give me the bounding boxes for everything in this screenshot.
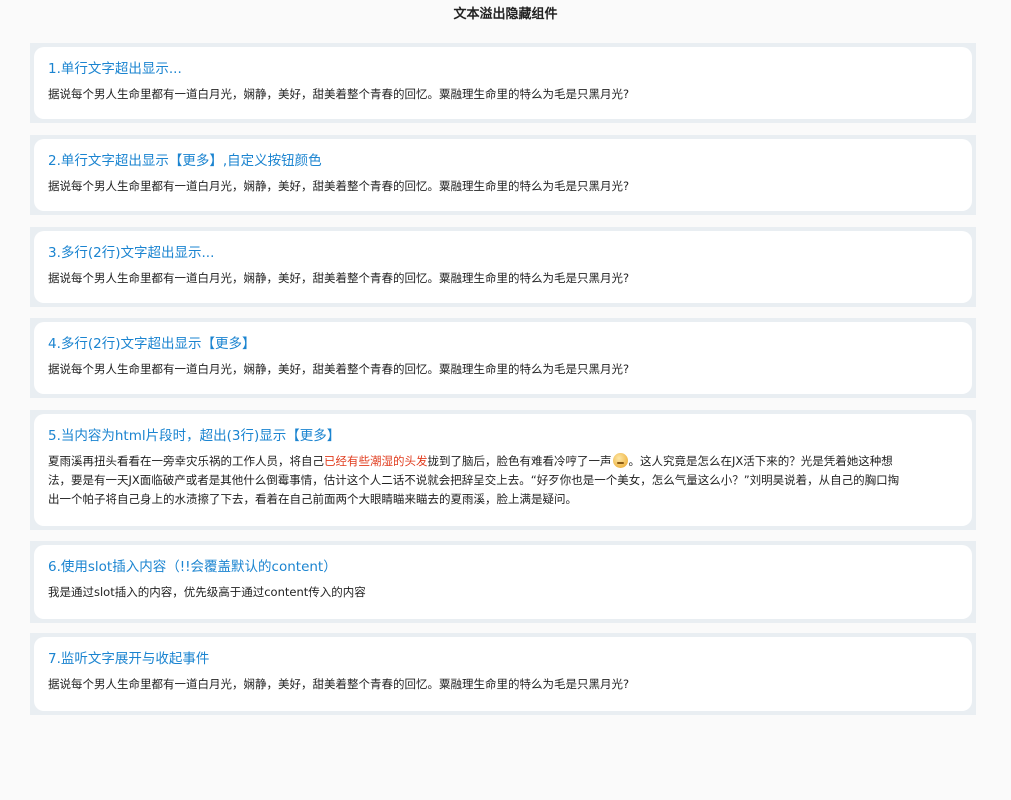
demo-card-3: 3.多行(2行)文字超出显示... 据说每个男人生命里都有一道白月光，娴静，美好… — [30, 227, 976, 307]
card-title: 4.多行(2行)文字超出显示【更多】 — [48, 336, 256, 352]
card-title: 2.单行文字超出显示【更多】,自定义按钮颜色 — [48, 153, 322, 169]
card-content-text: 据说每个男人生命里都有一道白月光，娴静，美好，甜美着整个青春的回忆。粟融理生命里… — [48, 87, 630, 101]
card-title: 6.使用slot插入内容（!!会覆盖默认的content） — [48, 559, 337, 575]
card-content-text: 据说每个男人生命里都有一道白月光，娴静，美好，甜美着整个青春的回忆。粟融理生命里… — [48, 179, 630, 193]
demo-card-5: 5.当内容为html片段时，超出(3行)显示【更多】 夏雨溪再扭头看看在一旁幸灾… — [30, 410, 976, 530]
card-title: 1.单行文字超出显示... — [48, 61, 182, 77]
card-content-text: 据说每个男人生命里都有一道白月光，娴静，美好，甜美着整个青春的回忆。粟融理生命里… — [48, 271, 630, 285]
card-body: 2.单行文字超出显示【更多】,自定义按钮颜色 据说每个男人生命里都有一道白月光，… — [34, 139, 972, 211]
card-title: 5.当内容为html片段时，超出(3行)显示【更多】 — [48, 428, 341, 444]
demo-card-7: 7.监听文字展开与收起事件 据说每个男人生命里都有一道白月光，娴静，美好，甜美着… — [30, 633, 976, 715]
card-body: 6.使用slot插入内容（!!会覆盖默认的content） 我是通过slot插入… — [34, 545, 972, 619]
slot-content-text: 我是通过slot插入的内容，优先级高于通过content传入的内容 — [48, 585, 366, 599]
demo-card-4: 4.多行(2行)文字超出显示【更多】 据说每个男人生命里都有一道白月光，娴静，美… — [30, 318, 976, 398]
card-body: 3.多行(2行)文字超出显示... 据说每个男人生命里都有一道白月光，娴静，美好… — [34, 231, 972, 303]
face-emoji-icon — [612, 453, 628, 468]
card-body: 5.当内容为html片段时，超出(3行)显示【更多】 夏雨溪再扭头看看在一旁幸灾… — [34, 414, 972, 526]
card-title: 7.监听文字展开与收起事件 — [48, 651, 210, 667]
card-body: 7.监听文字展开与收起事件 据说每个男人生命里都有一道白月光，娴静，美好，甜美着… — [34, 637, 972, 711]
page-title: 文本溢出隐藏组件 — [453, 7, 558, 22]
card-content-text: 据说每个男人生命里都有一道白月光，娴静，美好，甜美着整个青春的回忆。粟融理生命里… — [48, 362, 630, 376]
demo-card-1: 1.单行文字超出显示... 据说每个男人生命里都有一道白月光，娴静，美好，甜美着… — [30, 43, 976, 123]
demo-card-2: 2.单行文字超出显示【更多】,自定义按钮颜色 据说每个男人生命里都有一道白月光，… — [30, 135, 976, 215]
content-text-before: 夏雨溪再扭头看看在一旁幸灾乐祸的工作人员，将自己 — [48, 454, 324, 468]
card-body: 1.单行文字超出显示... 据说每个男人生命里都有一道白月光，娴静，美好，甜美着… — [34, 47, 972, 119]
card-title: 3.多行(2行)文字超出显示... — [48, 245, 215, 261]
demo-card-6: 6.使用slot插入内容（!!会覆盖默认的content） 我是通过slot插入… — [30, 541, 976, 623]
card-html-content: 夏雨溪再扭头看看在一旁幸灾乐祸的工作人员，将自己已经有些潮湿的头发拢到了脑后，脸… — [48, 452, 908, 509]
card-body: 4.多行(2行)文字超出显示【更多】 据说每个男人生命里都有一道白月光，娴静，美… — [34, 322, 972, 394]
content-text-middle: 拢到了脑后，脸色有难看冷哼了一声 — [427, 454, 612, 468]
card-content-text: 据说每个男人生命里都有一道白月光，娴静，美好，甜美着整个青春的回忆。粟融理生命里… — [48, 677, 630, 691]
highlighted-text: 已经有些潮湿的头发 — [324, 454, 428, 468]
